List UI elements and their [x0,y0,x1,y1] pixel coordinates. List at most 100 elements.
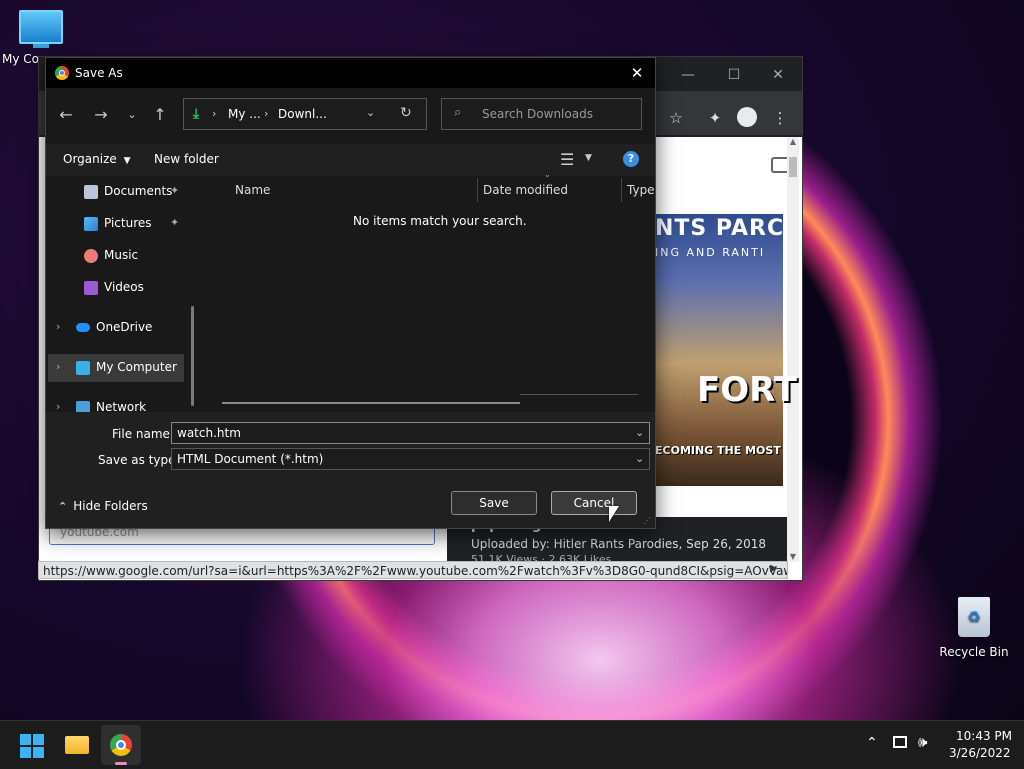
expand-chevron-icon[interactable]: › [56,320,60,333]
empty-message: No items match your search. [353,214,527,228]
view-dropdown-chevron-icon[interactable]: ▼ [585,153,592,163]
documents-icon [84,184,98,199]
breadcrumb-separator-icon: › [212,107,217,120]
clock-date[interactable]: 3/26/2022 [949,746,1011,760]
menu-kebab-icon[interactable]: ⋮ [769,107,791,129]
save-button[interactable]: Save [451,491,537,515]
nav-item-label: OneDrive [96,320,153,334]
videos-icon [84,280,98,295]
file-name-label: File name: [112,427,174,441]
nav-item-videos[interactable]: Videos [84,274,203,300]
chrome-icon [110,734,132,756]
close-window-button[interactable]: ✕ [755,63,801,87]
nav-item-label: Network [96,400,147,412]
minimize-button[interactable]: — [665,63,711,87]
nav-item-music[interactable]: Music [84,242,203,268]
search-box[interactable]: ⌕ Search Downloads [441,98,642,130]
computer-icon [76,360,90,375]
horizontal-scrollbar[interactable] [222,402,520,404]
nav-item-label: Videos [104,280,144,294]
monitor-stand [33,44,49,48]
hide-folders-button[interactable]: ⌃ Hide Folders [58,499,148,513]
page-scrollbar[interactable]: ▲ ▼ [787,137,799,562]
file-list-pane [204,176,655,412]
new-folder-button[interactable]: New folder [154,152,219,166]
network-icon [76,400,90,412]
pin-icon[interactable]: ✦ [170,184,179,197]
organize-button[interactable]: Organize ▼ [63,152,131,166]
save-type-select[interactable]: HTML Document (*.htm) [171,448,650,470]
taskbar: ⌃ 🕪 10:43 PM 3/26/2022 [0,720,1024,769]
chevron-up-icon: ⌃ [58,500,68,513]
chevron-down-icon: ▼ [123,156,131,166]
column-header-type[interactable]: Type [627,178,655,202]
thumbnail-title-line1: NTS PARC [655,216,783,241]
breadcrumb-item-my[interactable]: My ... [228,107,261,121]
start-button[interactable] [12,725,52,765]
view-options-icon[interactable]: ☰ [560,150,574,169]
expand-chevron-icon[interactable]: › [56,360,60,373]
back-arrow-icon[interactable]: ← [56,105,76,125]
windows-logo-icon [20,734,44,758]
expand-chevron-icon[interactable]: › [56,400,60,412]
recycle-bin-icon: ♻ [958,597,990,637]
network-status-icon[interactable] [893,736,907,748]
save-type-dropdown-chevron-icon[interactable]: ⌄ [635,452,644,465]
address-dropdown-chevron-icon[interactable]: ⌄ [366,106,375,119]
nav-item-my-computer[interactable]: My Computer [76,354,203,380]
maximize-button[interactable]: ☐ [711,63,757,87]
up-arrow-icon[interactable]: ↑ [150,105,170,125]
status-bar-url: https://www.google.com/url?sa=i&url=http… [38,561,788,579]
mouse-cursor-icon [609,506,619,522]
nav-item-pictures[interactable]: Pictures [84,210,203,236]
status-scroll-right-icon[interactable]: ▶ [770,563,778,574]
show-hidden-icons-chevron-icon[interactable]: ⌃ [866,735,878,751]
resize-grip-icon[interactable]: ⋰ [643,516,651,525]
column-divider [477,178,478,202]
navigation-pane: Documents ✦ Pictures ✦ Music Videos › On… [46,176,203,412]
pin-icon[interactable]: ✦ [170,216,179,229]
dialog-close-button[interactable]: ✕ [626,62,648,84]
folder-icon [65,736,89,754]
cancel-button[interactable]: Cancel [551,491,637,515]
recent-chevron-down-icon[interactable]: ⌄ [122,105,142,125]
active-app-indicator [115,762,127,765]
file-explorer-button[interactable] [57,725,97,765]
search-icon: ⌕ [454,105,462,120]
breadcrumb-item-downloads[interactable]: Downl... [278,107,327,121]
thumbnail-title-line2: ING AND RANTI [655,246,766,259]
video-title[interactable]: coming the most [655,498,778,513]
bookmark-star-icon[interactable]: ☆ [665,107,687,129]
search-input[interactable]: Search Downloads [482,107,593,121]
video-thumbnail[interactable]: NTS PARC ING AND RANTI FORT ECOMING THE … [655,214,797,486]
onedrive-cloud-icon [76,323,90,332]
thumbnail-title-line3: FORT [697,370,797,410]
profile-avatar-icon[interactable] [737,107,757,127]
nav-item-onedrive[interactable]: OneDrive [76,314,203,340]
file-name-input[interactable]: watch.htm [171,422,650,444]
help-icon[interactable]: ? [623,151,639,167]
clock-time[interactable]: 10:43 PM [956,729,1012,743]
nav-item-network[interactable]: Network [76,394,203,412]
pictures-icon [84,216,98,231]
video-uploader: Uploaded by: Hitler Rants Parodies, Sep … [471,537,767,551]
nav-item-documents[interactable]: Documents [84,178,203,204]
desktop-icon-recycle-bin[interactable]: ♻ Recycle Bin [938,597,1010,659]
thumbnail-title-line4: ECOMING THE MOST PO [655,444,783,457]
column-header-name[interactable]: Name [235,178,270,202]
forward-arrow-icon[interactable]: → [91,105,111,125]
hide-folders-label: Hide Folders [73,499,148,513]
nav-item-label: My Computer [96,360,177,374]
save-as-dialog: Save As ✕ ← → ⌄ ↑ ⤓ › My ... › Downl... … [45,57,656,529]
file-name-dropdown-chevron-icon[interactable]: ⌄ [635,426,644,439]
dialog-titlebar: Save As ✕ [46,58,655,88]
nav-pane-scrollbar[interactable] [191,306,194,406]
extensions-puzzle-icon[interactable]: ✦ [704,107,726,129]
refresh-icon[interactable]: ↻ [400,105,412,121]
address-bar[interactable]: ⤓ › My ... › Downl... ⌄ ↻ [183,98,427,130]
desktop-icon-label: Recycle Bin [939,645,1009,659]
organize-label: Organize [63,152,117,166]
chrome-taskbar-button[interactable] [101,725,141,765]
column-header-date-modified[interactable]: Date modified [483,178,568,202]
volume-icon[interactable]: 🕪 [918,733,927,751]
